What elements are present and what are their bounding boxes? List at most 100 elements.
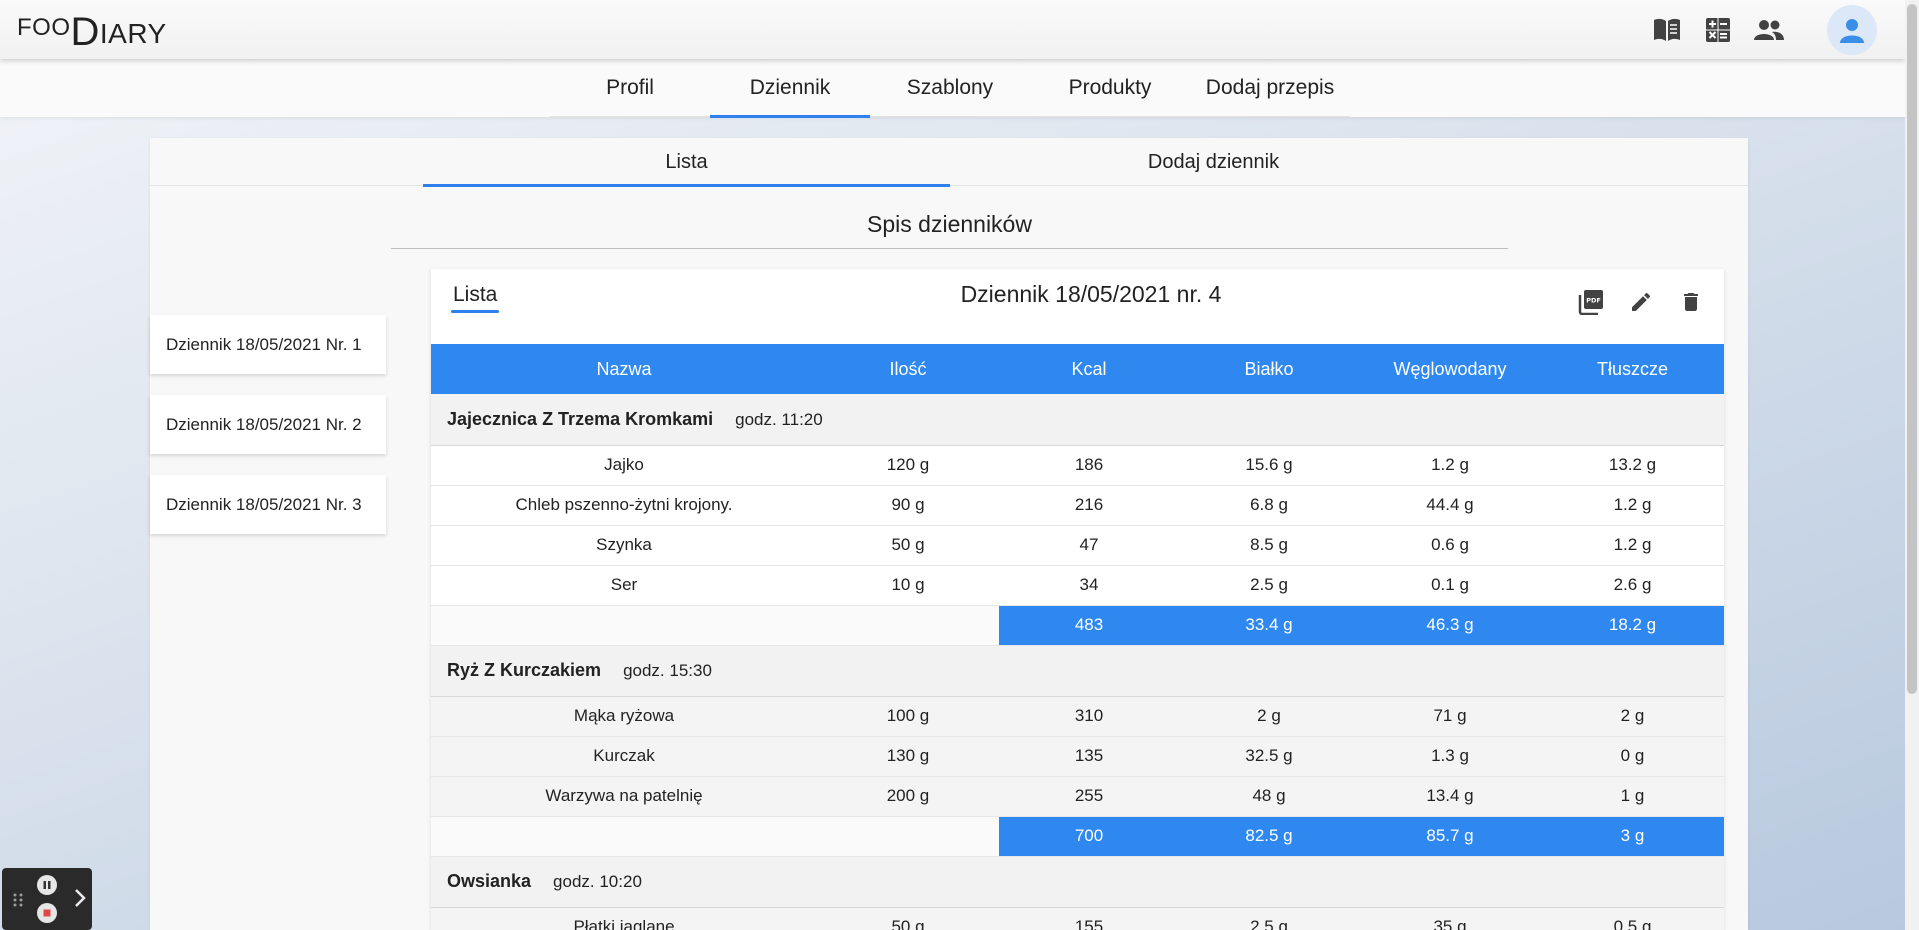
- table-row: Warzywa na patelnię 200 g 255 48 g 13.4 g1 g: [431, 776, 1724, 817]
- cell-protein: 2.5 g: [1179, 565, 1359, 606]
- page-scrollbar[interactable]: [1905, 0, 1919, 930]
- subtab-dodaj-dziennik[interactable]: Dodaj dziennik: [950, 138, 1477, 186]
- total-carbs: 85.7 g: [1359, 816, 1541, 857]
- logo-part-iary: IARY: [99, 18, 167, 49]
- total-fat: 18.2 g: [1541, 605, 1724, 646]
- nav-tab-dodaj-przepis[interactable]: Dodaj przepis: [1190, 59, 1350, 117]
- svg-text:PDF: PDF: [1586, 297, 1601, 305]
- main-nav-tabs: Profil Dziennik Szablony Produkty Dodaj …: [550, 59, 1350, 118]
- people-icon[interactable]: [1753, 14, 1785, 46]
- cell-carbs: 0.1 g: [1359, 565, 1541, 606]
- cell-kcal: 155: [999, 907, 1179, 930]
- cell-fat: 2 g: [1541, 696, 1724, 737]
- sidebar-item-diary-2[interactable]: Dziennik 18/05/2021 Nr. 2: [150, 395, 386, 454]
- cell-amount: 200 g: [817, 776, 999, 817]
- nav-tab-produkty[interactable]: Produkty: [1030, 59, 1190, 117]
- user-avatar-icon[interactable]: [1827, 4, 1877, 55]
- meal-header-row: Jajecznica Z Trzema Kromkami godz. 11:20: [431, 394, 1724, 446]
- sidebar-item-diary-3[interactable]: Dziennik 18/05/2021 Nr. 3: [150, 475, 386, 534]
- cell-name: Mąka ryżowa: [431, 696, 817, 737]
- app-logo[interactable]: FOODIARY: [17, 8, 167, 54]
- column-header-ilosc: Ilość: [817, 344, 999, 394]
- book-icon[interactable]: [1651, 14, 1683, 46]
- sidebar-item-diary-1[interactable]: Dziennik 18/05/2021 Nr. 1: [150, 315, 386, 374]
- total-carbs: 46.3 g: [1359, 605, 1541, 646]
- column-header-weglowodany: Węglowodany: [1359, 344, 1541, 394]
- cell-fat: 1.2 g: [1541, 485, 1724, 526]
- table-row: Ser 10 g 34 2.5 g 0.1 g 2.6 g: [431, 565, 1724, 606]
- pdf-icon[interactable]: PDF: [1574, 285, 1608, 319]
- drag-handle-icon[interactable]: [12, 892, 24, 908]
- cell-amount: 130 g: [817, 736, 999, 777]
- panel-actions: PDF: [1558, 285, 1708, 319]
- column-header-tluszcze: Tłuszcze: [1541, 344, 1724, 394]
- total-protein: 33.4 g: [1179, 605, 1359, 646]
- header-actions: [1632, 0, 1905, 59]
- nav-tab-dziennik[interactable]: Dziennik: [710, 59, 870, 118]
- cell-protein: 15.6 g: [1179, 445, 1359, 486]
- cell-carbs: 1.3 g: [1359, 736, 1541, 777]
- cell-name: Jajko: [431, 445, 817, 486]
- total-kcal: 700: [999, 816, 1179, 857]
- meal-name: Owsianka: [447, 871, 532, 891]
- column-header-nazwa: Nazwa: [431, 344, 817, 394]
- screen-recorder-widget: [2, 868, 92, 930]
- meal-total-row: 483 33.4 g 46.3 g 18.2 g: [431, 605, 1724, 646]
- table-row: Kurczak 130 g 135 32.5 g 1.3 g0 g: [431, 736, 1724, 777]
- chevron-right-icon[interactable]: [72, 887, 88, 909]
- cell-name: Kurczak: [431, 736, 817, 777]
- delete-icon[interactable]: [1674, 285, 1708, 319]
- table-row: Jajko 120 g 186 15.6 g 1.2 g 13.2 g: [431, 445, 1724, 486]
- meal-header-row: Owsianka godz. 10:20: [431, 856, 1724, 908]
- cell-kcal: 216: [999, 485, 1179, 526]
- cell-name: Płatki jaglane: [431, 907, 817, 930]
- calculator-icon[interactable]: [1702, 14, 1734, 46]
- total-fat: 3 g: [1541, 816, 1724, 857]
- cell-name: Ser: [431, 565, 817, 606]
- meal-time: godz. 10:20: [553, 872, 642, 891]
- cell-kcal: 34: [999, 565, 1179, 606]
- total-protein: 82.5 g: [1179, 816, 1359, 857]
- logo-part-d: D: [70, 10, 100, 54]
- column-header-kcal: Kcal: [999, 344, 1179, 394]
- cell-protein: 2.5 g: [1179, 907, 1359, 930]
- logo-part-foo: FOO: [17, 14, 71, 41]
- cell-fat: 2.6 g: [1541, 565, 1724, 606]
- meal-time: godz. 15:30: [623, 661, 712, 680]
- cell-name: Chleb pszenno-żytni krojony.: [431, 485, 817, 526]
- nav-tab-profil[interactable]: Profil: [550, 59, 710, 117]
- cell-fat: 0.5 g: [1541, 907, 1724, 930]
- section-title: Spis dzienników: [391, 200, 1508, 249]
- cell-protein: 32.5 g: [1179, 736, 1359, 777]
- subtab-lista[interactable]: Lista: [423, 138, 950, 187]
- diary-table: Nazwa Ilość Kcal Białko Węglowodany Tłus…: [431, 344, 1724, 930]
- total-kcal: 483: [999, 605, 1179, 646]
- cell-carbs: 71 g: [1359, 696, 1541, 737]
- cell-kcal: 135: [999, 736, 1179, 777]
- diary-panel: Lista Dziennik 18/05/2021 nr. 4 PDF Nazw…: [431, 269, 1724, 930]
- cell-amount: 90 g: [817, 485, 999, 526]
- pause-icon[interactable]: [37, 875, 57, 895]
- cell-carbs: 44.4 g: [1359, 485, 1541, 526]
- cell-protein: 48 g: [1179, 776, 1359, 817]
- scrollbar-thumb[interactable]: [1907, 4, 1917, 694]
- cell-amount: 100 g: [817, 696, 999, 737]
- cell-fat: 1 g: [1541, 776, 1724, 817]
- meal-name: Ryż Z Kurczakiem: [447, 660, 602, 680]
- cell-kcal: 255: [999, 776, 1179, 817]
- nav-tab-szablony[interactable]: Szablony: [870, 59, 1030, 117]
- stop-icon[interactable]: [37, 903, 57, 923]
- panel-tab-lista[interactable]: Lista: [450, 283, 500, 313]
- edit-icon[interactable]: [1624, 285, 1658, 319]
- cell-carbs: 13.4 g: [1359, 776, 1541, 817]
- meal-header-row: Ryż Z Kurczakiem godz. 15:30: [431, 645, 1724, 697]
- table-row: Chleb pszenno-żytni krojony. 90 g 216 6.8 g…: [431, 485, 1724, 526]
- cell-protein: 6.8 g: [1179, 485, 1359, 526]
- cell-name: Szynka: [431, 525, 817, 566]
- cell-amount: 10 g: [817, 565, 999, 606]
- cell-protein: 8.5 g: [1179, 525, 1359, 566]
- content-card: Lista Dodaj dziennik Spis dzienników Dzi…: [150, 138, 1748, 930]
- cell-name: Warzywa na patelnię: [431, 776, 817, 817]
- meal-time: godz. 11:20: [735, 409, 823, 429]
- cell-amount: 50 g: [817, 907, 999, 930]
